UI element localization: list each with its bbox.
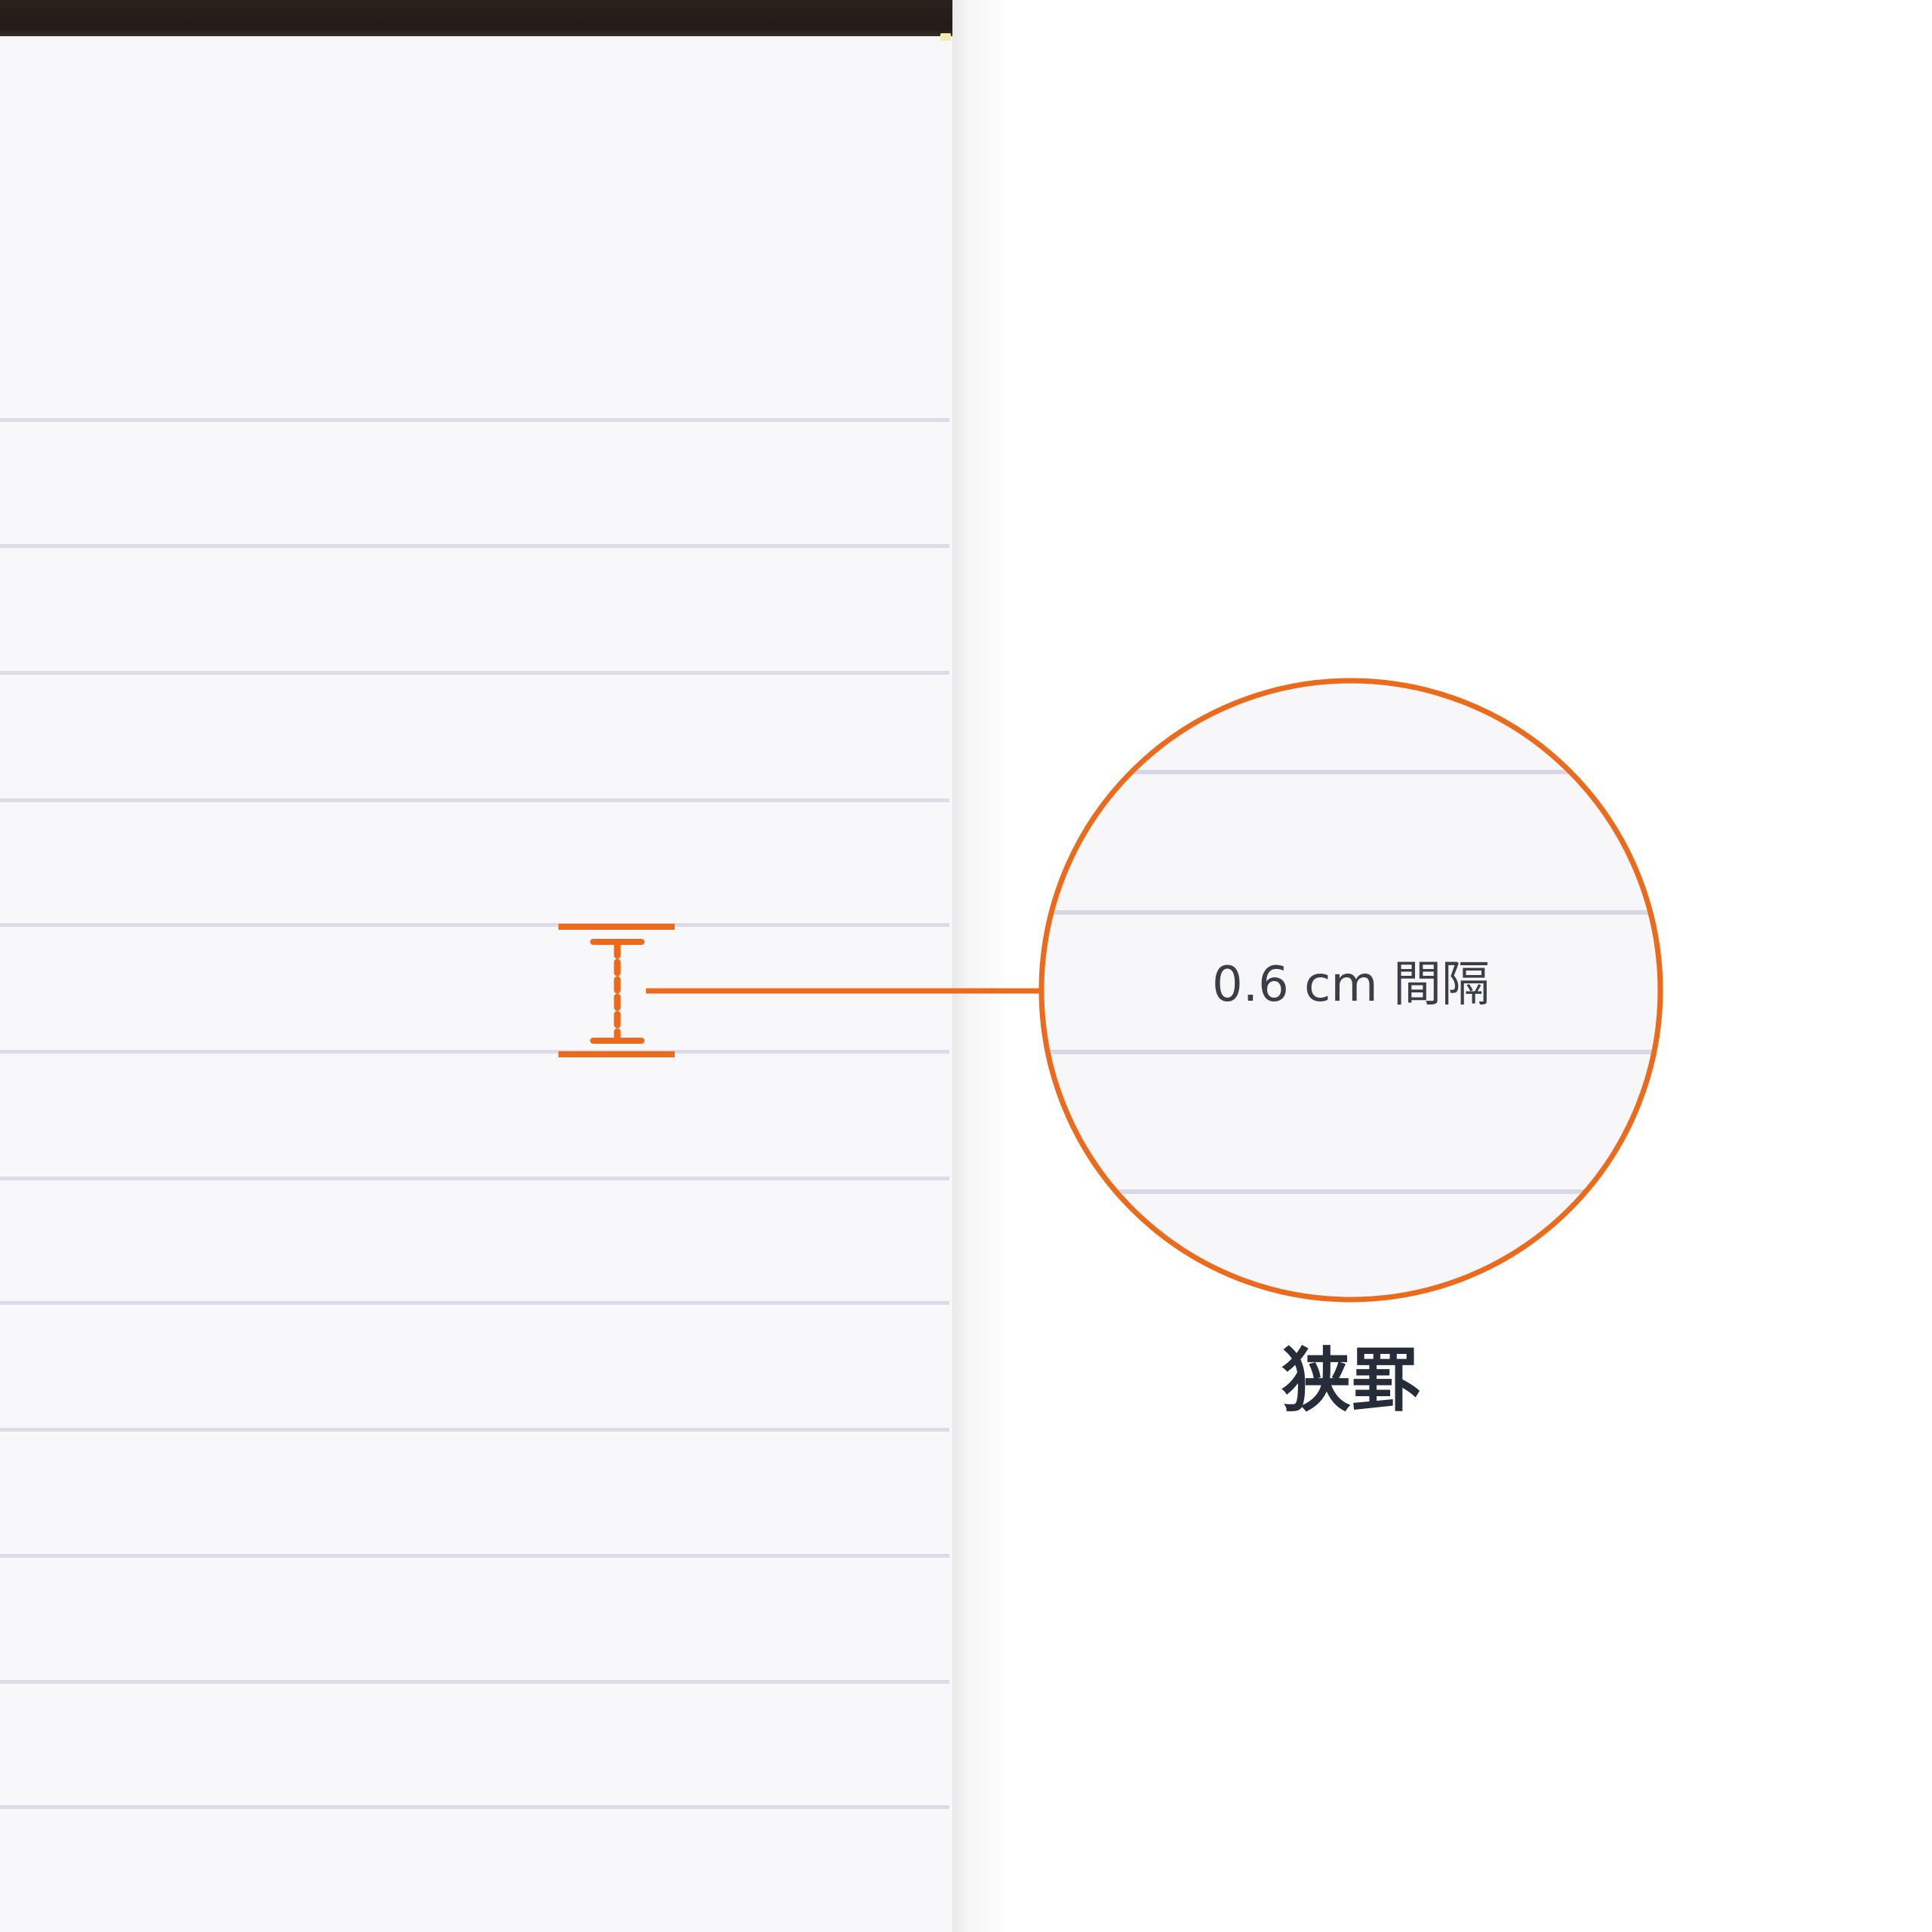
ruling-type-caption: 狭罫 [1281,1340,1420,1421]
magnified-ruled-line [1041,910,1660,915]
notepad-scene: 0.6 cm 間隔 狭罫 [0,0,1932,1932]
magnified-ruled-line [1041,1189,1660,1194]
magnified-ruled-line [1041,1050,1660,1054]
line-spacing-label: 0.6 cm 間隔 [1212,957,1490,1013]
